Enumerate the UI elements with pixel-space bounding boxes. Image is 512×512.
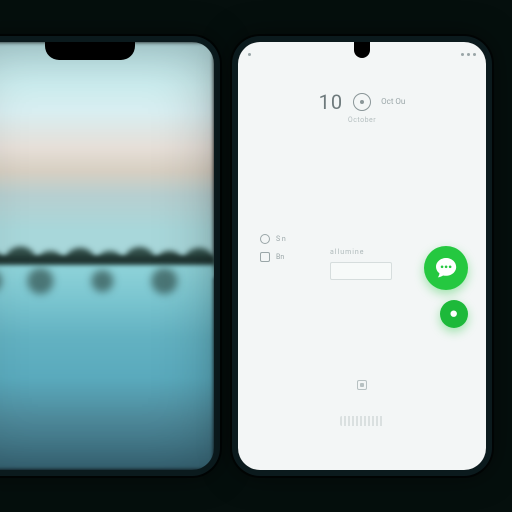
- home-screen: 10 Oct Ou October S n Bn: [238, 42, 486, 470]
- clock-digits: 10: [319, 90, 343, 114]
- wifi-icon: [467, 53, 470, 56]
- record-icon: [446, 306, 461, 321]
- clock-label: Oct Ou: [381, 98, 405, 107]
- app-drawer-handle[interactable]: [357, 380, 367, 390]
- fab-secondary[interactable]: [440, 300, 468, 328]
- phone-right: 10 Oct Ou October S n Bn: [232, 36, 492, 476]
- widget-item-2[interactable]: Bn: [260, 252, 286, 262]
- status-right-icons: [461, 53, 476, 56]
- widget-card[interactable]: [330, 262, 392, 280]
- scene: 10 Oct Ou October S n Bn: [0, 0, 512, 512]
- screen-right[interactable]: 10 Oct Ou October S n Bn: [238, 42, 486, 470]
- notch-right: [354, 42, 370, 58]
- widget-item-2-icon: [260, 252, 270, 262]
- signal-icon: [461, 53, 464, 56]
- wallpaper: [0, 42, 214, 470]
- phone-left: [0, 36, 220, 476]
- clock-sub-label: October: [238, 116, 486, 124]
- notch-left: [45, 42, 135, 60]
- widget-item-2-label: Bn: [276, 253, 284, 261]
- widget-item-1-icon: [260, 234, 270, 244]
- widget-item-1[interactable]: S n: [260, 234, 286, 244]
- wallpaper-vignette: [0, 42, 214, 470]
- widget-item-1-label: S n: [276, 235, 286, 243]
- chat-icon: [434, 256, 458, 280]
- status-left-icons: [248, 53, 251, 56]
- widget-list: S n Bn: [260, 234, 286, 262]
- clock-widget[interactable]: 10 Oct Ou: [238, 90, 486, 114]
- battery-icon: [473, 53, 476, 56]
- screen-left[interactable]: [0, 42, 214, 470]
- status-dot: [248, 53, 251, 56]
- gesture-hint-bar: [340, 416, 384, 426]
- widget-section-label: allumine: [330, 248, 365, 256]
- fab-primary[interactable]: [424, 246, 468, 290]
- clock-ring-icon: [353, 93, 371, 111]
- clock-label-top: Oct Ou: [381, 98, 405, 107]
